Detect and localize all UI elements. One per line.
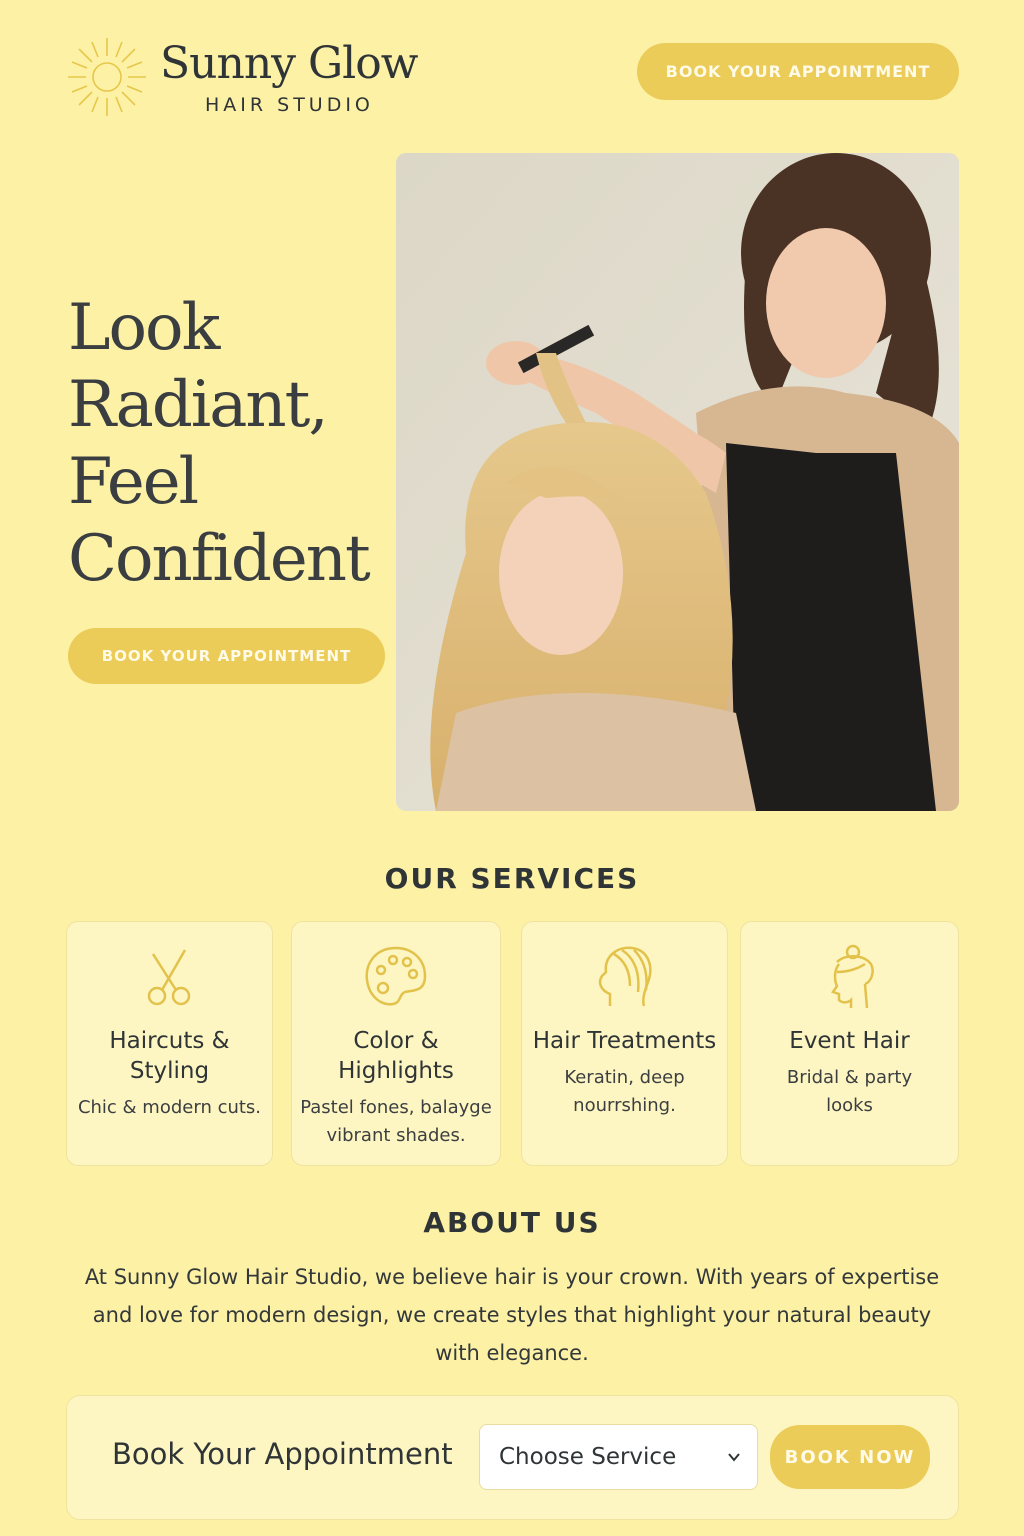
header-book-appointment-button[interactable]: BOOK YOUR APPOINTMENT: [637, 43, 959, 100]
hero-book-appointment-button[interactable]: BOOK YOUR APPOINTMENT: [68, 628, 385, 684]
service-select[interactable]: Choose Service: [479, 1424, 758, 1490]
hero-title-line: Radiant,: [68, 368, 329, 442]
scissors-icon: [147, 949, 190, 1006]
hero-title-line: Confident: [68, 522, 371, 596]
service-card-color[interactable]: Color & Highlights Pastel fones, balayge…: [291, 921, 501, 1166]
booking-label: Book Your Appointment: [112, 1437, 453, 1471]
chevron-down-icon: [728, 1453, 740, 1462]
service-card-treatments[interactable]: Hair Treatments Keratin, deep nourrshing…: [521, 921, 728, 1166]
service-description: Keratin, deep nourrshing.: [564, 1067, 685, 1116]
about-section-title: ABOUT US: [423, 1206, 601, 1239]
service-title: Hair Treatments: [532, 1028, 717, 1054]
book-now-button[interactable]: BOOK NOW: [770, 1425, 930, 1489]
service-select-value: Choose Service: [499, 1444, 677, 1470]
hero-stylist-photo: [396, 153, 959, 811]
hero-title: Look Radiant, Feel Confident: [68, 290, 398, 598]
palette-icon: [365, 946, 427, 1006]
brand-name: Sunny Glow: [160, 38, 418, 89]
service-title: Event Hair: [789, 1028, 910, 1054]
hair-head-icon: [598, 946, 652, 1007]
service-card-haircuts[interactable]: Haircuts & Styling Chic & modern cuts.: [66, 921, 273, 1166]
service-title: Color & Highlights: [338, 1028, 454, 1084]
service-description: Chic & modern cuts.: [77, 1097, 262, 1118]
brand-subtitle: HAIR STUDIO: [205, 94, 374, 116]
services-section-title: OUR SERVICES: [384, 862, 640, 895]
about-text: At Sunny Glow Hair Studio, we believe ha…: [84, 1265, 940, 1365]
sun-logo-icon: [68, 38, 146, 116]
updo-head-icon: [830, 944, 874, 1009]
hero-title-line: Look: [68, 291, 220, 365]
service-description: Bridal & party looks: [786, 1067, 913, 1116]
service-card-event-hair[interactable]: Event Hair Bridal & party looks: [740, 921, 959, 1166]
service-title: Haircuts & Styling: [109, 1028, 230, 1084]
service-description: Pastel fones, balayge vibrant shades.: [300, 1097, 492, 1146]
hero-title-line: Feel: [68, 445, 199, 519]
